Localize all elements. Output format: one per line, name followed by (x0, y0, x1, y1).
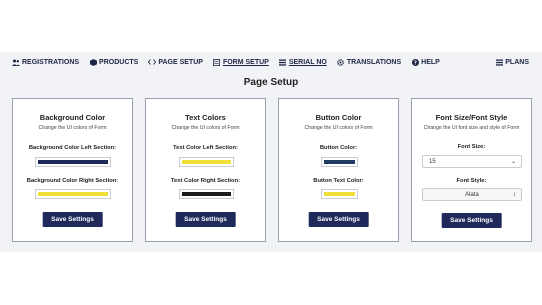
nav-label: REGISTRATIONS (22, 58, 80, 66)
nav-label: PLANS (505, 58, 529, 66)
nav-label: HELP (421, 58, 440, 66)
nav-item-translations[interactable]: TRANSLATIONS (332, 52, 406, 72)
card-title: Background Color (39, 113, 106, 122)
text-left-color-picker[interactable] (179, 157, 234, 167)
text-right-color-picker[interactable] (179, 189, 234, 199)
nav-item-plans[interactable]: PLANS (490, 52, 534, 72)
background-right-color-picker[interactable] (35, 189, 111, 199)
field-label: Button Color: (319, 145, 358, 151)
nav-item-page-setup[interactable]: PAGE SETUP (143, 52, 208, 72)
nav-item-form-setup[interactable]: FORM SETUP (208, 52, 274, 72)
save-settings-button[interactable]: Save Settings (42, 212, 103, 227)
swatch-fill (324, 192, 355, 196)
nav-item-serial-no[interactable]: SERIAL NO (274, 52, 332, 72)
text-colors-card: Text Colors Change the UI colors of Form… (145, 98, 266, 242)
card-subtitle: Change the UI colors of Form (304, 125, 373, 131)
cube-icon (89, 58, 97, 66)
page-footer-area (0, 252, 542, 305)
gear-icon (337, 58, 345, 66)
list-icon (495, 58, 503, 66)
card-subtitle: Change the UI font size and style of For… (423, 125, 520, 131)
save-settings-button[interactable]: Save Settings (441, 213, 502, 228)
card-title: Text Colors (185, 113, 226, 122)
chevron-down-icon: ⌄ (510, 159, 516, 165)
swatch-fill (324, 160, 355, 164)
save-settings-button[interactable]: Save Settings (308, 212, 369, 227)
form-icon (213, 58, 221, 66)
nav-item-help[interactable]: ? HELP (406, 52, 445, 72)
svg-text:?: ? (414, 60, 417, 66)
field-label: Text Color Right Section: (170, 178, 241, 184)
card-subtitle: Change the UI colors of Form (171, 125, 240, 131)
field-label: Background Color Left Section: (28, 145, 117, 151)
page-title: Page Setup (243, 77, 299, 88)
save-settings-button[interactable]: Save Settings (175, 212, 236, 227)
users-icon (12, 58, 20, 66)
help-icon: ? (411, 58, 419, 66)
nav-label: SERIAL NO (288, 58, 327, 66)
select-value: 15 (429, 158, 436, 165)
button-color-picker[interactable] (321, 157, 358, 167)
nav-label: FORM SETUP (222, 58, 269, 66)
top-nav: REGISTRATIONS PRODUCTS PAGE SETUP FORM S… (0, 52, 542, 72)
background-color-card: Background Color Change the UI colors of… (12, 98, 133, 242)
nav-label: PAGE SETUP (158, 58, 203, 66)
list-icon (279, 58, 287, 66)
field-label: Text Color Left Section: (173, 145, 238, 151)
nav-item-registrations[interactable]: REGISTRATIONS (7, 52, 84, 72)
field-label: Button Text Color: (313, 178, 364, 184)
field-label: Font Style: (456, 178, 487, 184)
card-title: Button Color (315, 113, 362, 122)
page-setup-panel: Page Setup Background Color Change the U… (0, 72, 542, 252)
font-size-select[interactable]: 15 ⌄ (422, 155, 522, 168)
field-label: Background Color Right Section: (26, 178, 119, 184)
select-value: Alata (465, 191, 479, 198)
swatch-fill (38, 160, 108, 164)
field-label: Font Size: (457, 144, 486, 150)
font-settings-card: Font Size/Font Style Change the UI font … (411, 98, 532, 242)
nav-label: PRODUCTS (99, 58, 139, 66)
button-text-color-picker[interactable] (321, 189, 358, 199)
card-title: Font Size/Font Style (435, 113, 508, 122)
card-subtitle: Change the UI colors of Form (38, 125, 107, 131)
background-left-color-picker[interactable] (35, 157, 111, 167)
chevron-updown-icon: ↕ (513, 191, 516, 198)
nav-item-products[interactable]: PRODUCTS (84, 52, 143, 72)
swatch-fill (182, 160, 231, 164)
nav-label: TRANSLATIONS (346, 58, 402, 66)
swatch-fill (182, 192, 231, 196)
swatch-fill (38, 192, 108, 196)
button-color-card: Button Color Change the UI colors of For… (278, 98, 399, 242)
font-style-select[interactable]: Alata ↕ (422, 188, 522, 201)
code-icon (148, 58, 157, 66)
